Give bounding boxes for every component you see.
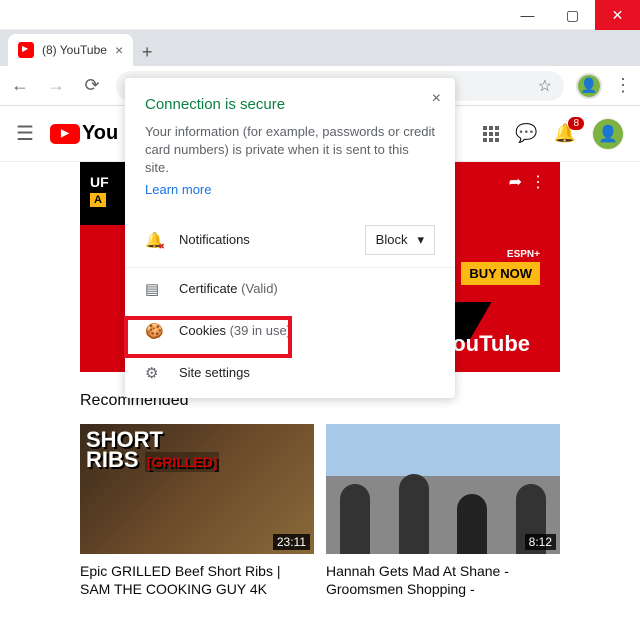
- reload-button[interactable]: ⟳: [80, 75, 104, 96]
- apps-grid-icon[interactable]: [483, 126, 499, 142]
- minimize-button[interactable]: —: [505, 0, 550, 30]
- hero-left-text: UF A: [90, 174, 109, 206]
- video-thumbnail: 8:12: [326, 424, 560, 554]
- close-window-button[interactable]: ✕: [595, 0, 640, 30]
- share-icon[interactable]: ➦: [509, 172, 522, 192]
- tab-title: (8) YouTube: [42, 43, 107, 57]
- certificate-row[interactable]: ▤ Certificate (Valid): [125, 267, 455, 310]
- forward-button[interactable]: →: [44, 75, 68, 96]
- bookmark-star-icon[interactable]: ☆: [538, 76, 552, 96]
- site-settings-row[interactable]: ⚙ Site settings: [125, 352, 455, 394]
- cookies-count: (39 in use): [230, 323, 291, 338]
- popup-title: Connection is secure: [145, 96, 435, 113]
- notification-badge: 8: [568, 117, 584, 130]
- espn-logo-text: ESPN+: [461, 249, 540, 260]
- bell-icon: 🔔✖: [145, 231, 163, 249]
- close-tab-icon[interactable]: ×: [115, 42, 123, 58]
- new-tab-button[interactable]: +: [133, 38, 161, 66]
- certificate-status: (Valid): [241, 281, 278, 296]
- maximize-button[interactable]: ▢: [550, 0, 595, 30]
- youtube-favicon: [18, 42, 34, 58]
- user-avatar[interactable]: 👤: [592, 118, 624, 150]
- site-info-popup: × Connection is secure Your information …: [125, 78, 455, 398]
- notifications-select[interactable]: Block▾: [365, 225, 435, 255]
- thumbnail-overlay-text: SHORT RIBS [GRILLED]: [86, 430, 219, 470]
- notifications-row: 🔔✖ Notifications Block▾: [125, 213, 455, 267]
- video-thumbnail: SHORT RIBS [GRILLED] 23:11: [80, 424, 314, 554]
- gear-icon: ⚙: [145, 364, 163, 382]
- cookies-row[interactable]: 🍪 Cookies (39 in use): [125, 310, 455, 352]
- video-card[interactable]: 8:12 Hannah Gets Mad At Shane - Groomsme…: [326, 424, 560, 598]
- popup-description: Your information (for example, passwords…: [145, 123, 435, 178]
- youtube-logo[interactable]: ▶ You: [50, 122, 118, 145]
- browser-menu-icon[interactable]: ⋮: [614, 75, 632, 96]
- popup-close-icon[interactable]: ×: [432, 90, 441, 108]
- buy-now-button[interactable]: BUY NOW: [461, 262, 540, 285]
- browser-tab[interactable]: (8) YouTube ×: [8, 34, 133, 66]
- tab-strip: (8) YouTube × +: [0, 30, 640, 66]
- cookies-label: Cookies: [179, 323, 226, 338]
- learn-more-link[interactable]: Learn more: [145, 182, 211, 197]
- hamburger-menu-icon[interactable]: ☰: [16, 121, 34, 146]
- certificate-icon: ▤: [145, 280, 163, 298]
- window-titlebar: — ▢ ✕: [0, 0, 640, 30]
- video-title: Epic GRILLED Beef Short Ribs | SAM THE C…: [80, 562, 314, 598]
- messages-icon[interactable]: 💬: [515, 123, 537, 144]
- chevron-down-icon: ▾: [417, 232, 424, 248]
- video-duration: 23:11: [273, 534, 310, 550]
- cookie-icon: 🍪: [145, 322, 163, 340]
- video-card[interactable]: SHORT RIBS [GRILLED] 23:11 Epic GRILLED …: [80, 424, 314, 598]
- video-grid: SHORT RIBS [GRILLED] 23:11 Epic GRILLED …: [80, 424, 560, 598]
- notifications-label: Notifications: [179, 232, 349, 247]
- site-settings-label: Site settings: [179, 365, 435, 380]
- back-button[interactable]: ←: [8, 75, 32, 96]
- certificate-label: Certificate: [179, 281, 238, 296]
- notifications-bell-icon[interactable]: 🔔 8: [554, 123, 576, 144]
- hero-menu-icon[interactable]: ⋮: [530, 172, 546, 192]
- hero-actions: ➦ ⋮: [509, 172, 546, 192]
- video-title: Hannah Gets Mad At Shane - Groomsmen Sho…: [326, 562, 560, 598]
- ad-label: A: [90, 193, 106, 207]
- profile-avatar[interactable]: 👤: [576, 73, 602, 99]
- video-duration: 8:12: [525, 534, 556, 550]
- youtube-play-icon: ▶: [50, 124, 80, 144]
- youtube-logo-text: You: [82, 122, 118, 145]
